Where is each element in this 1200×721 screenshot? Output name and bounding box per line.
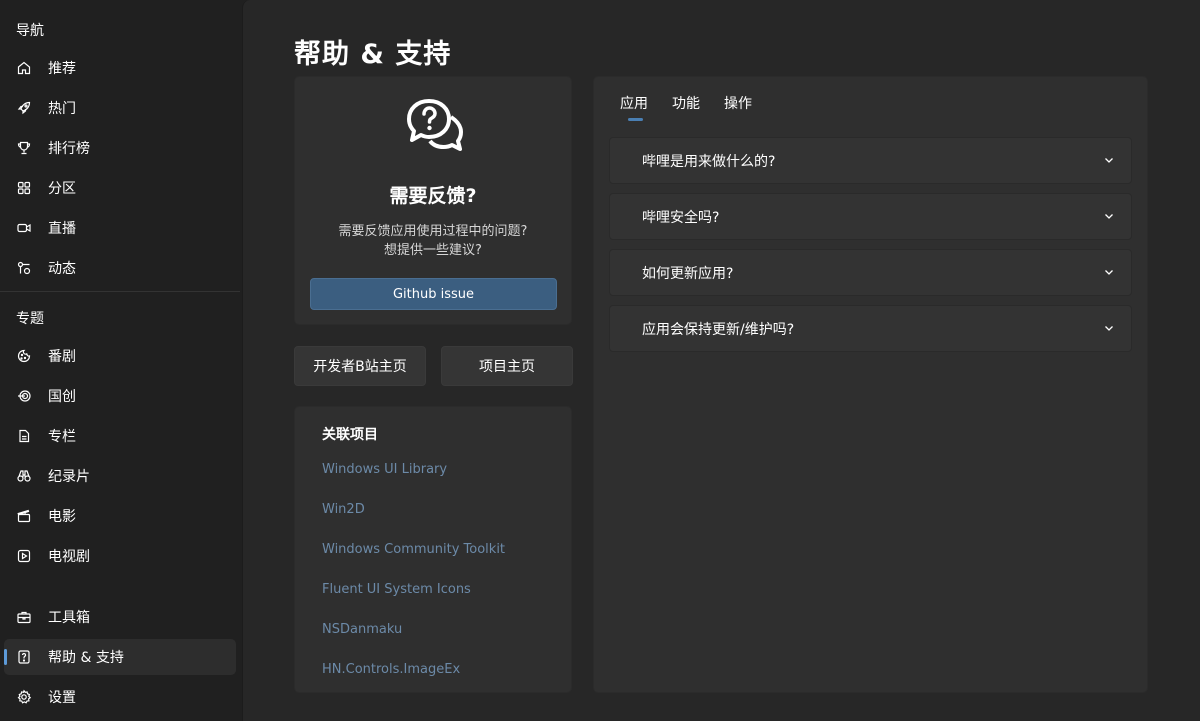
chat-help-icon [407, 99, 463, 151]
sidebar-item-label: 国创 [48, 389, 76, 405]
sidebar-item-tv[interactable]: 电视剧 [4, 538, 236, 574]
sidebar-item-anime[interactable]: 番剧 [4, 338, 236, 374]
chevron-down-icon [1105, 158, 1113, 163]
sidebar-item-label: 推荐 [48, 61, 76, 77]
sidebar-item-label: 分区 [48, 181, 76, 197]
feedback-desc-line1: 需要反馈应用使用过程中的问题? [338, 224, 528, 239]
target-icon [16, 388, 32, 404]
sidebar-item-label: 热门 [48, 101, 76, 117]
toolbox-icon [16, 609, 32, 625]
faq-item[interactable]: 如何更新应用? [609, 249, 1132, 296]
sidebar-item-label: 专栏 [48, 429, 76, 445]
video-icon [16, 220, 32, 236]
related-link[interactable]: Windows UI Library [322, 462, 447, 477]
sidebar-item-label: 设置 [48, 690, 76, 706]
faq-question: 哔哩是用来做什么的? [642, 154, 776, 170]
sidebar-item-label: 番剧 [48, 349, 76, 365]
sidebar-item-label: 工具箱 [48, 610, 90, 626]
sidebar-item-label: 排行榜 [48, 141, 90, 157]
tab-selected-indicator [628, 118, 643, 121]
sidebar-item-label: 电视剧 [48, 549, 90, 565]
faq-question: 应用会保持更新/维护吗? [642, 322, 795, 338]
sidebar-item-toolbox[interactable]: 工具箱 [4, 599, 236, 635]
play-icon [16, 548, 32, 564]
sidebar-item-label: 动态 [48, 261, 76, 277]
sidebar-item-settings[interactable]: 设置 [4, 679, 236, 715]
chevron-down-icon [1105, 326, 1113, 331]
trophy-icon [16, 140, 32, 156]
home-icon [16, 60, 32, 76]
faq-item[interactable]: 应用会保持更新/维护吗? [609, 305, 1132, 352]
grid-icon [16, 180, 32, 196]
related-projects-card: 关联项目 Windows UI Library Win2D Windows Co… [294, 406, 572, 693]
tab-operations[interactable]: 操作 [724, 93, 752, 113]
related-link[interactable]: NSDanmaku [322, 622, 402, 637]
sidebar-item-help[interactable]: 帮助 & 支持 [4, 639, 236, 675]
sidebar-item-movie[interactable]: 电影 [4, 498, 236, 534]
sidebar-item-partition[interactable]: 分区 [4, 170, 236, 206]
sidebar-item-recommend[interactable]: 推荐 [4, 50, 236, 86]
chevron-down-icon [1105, 214, 1113, 219]
related-link[interactable]: HN.Controls.ImageEx [322, 662, 460, 677]
feed-icon [16, 260, 32, 276]
nav-section-header: 导航 [16, 23, 44, 39]
faq-card: 应用 功能 操作 哔哩是用来做什么的? 哔哩安全吗? 如何更新应用? 应用会保持… [593, 76, 1148, 693]
related-link[interactable]: Win2D [322, 502, 365, 517]
sidebar-item-label: 直播 [48, 221, 76, 237]
feedback-description: 需要反馈应用使用过程中的问题? 想提供一些建议? [295, 222, 571, 260]
sidebar-item-label: 电影 [48, 509, 76, 525]
sidebar-item-live[interactable]: 直播 [4, 210, 236, 246]
settings-icon [16, 689, 32, 705]
clapper-icon [16, 508, 32, 524]
faq-question: 哔哩安全吗? [642, 210, 720, 226]
feedback-card: 需要反馈? 需要反馈应用使用过程中的问题? 想提供一些建议? Github is… [294, 76, 572, 325]
sidebar-divider [0, 291, 240, 292]
feedback-desc-line2: 想提供一些建议? [384, 243, 482, 258]
sidebar-item-column[interactable]: 专栏 [4, 418, 236, 454]
page-title: 帮助 & 支持 [294, 39, 452, 70]
sidebar-item-hot[interactable]: 热门 [4, 90, 236, 126]
github-issue-button[interactable]: Github issue [310, 278, 557, 310]
document-icon [16, 428, 32, 444]
faq-question: 如何更新应用? [642, 266, 734, 282]
sidebar-item-label: 纪录片 [48, 469, 90, 485]
project-home-button[interactable]: 项目主页 [441, 346, 573, 386]
tab-app[interactable]: 应用 [620, 93, 648, 113]
sidebar: 导航 推荐 热门 排行榜 分区 直播 动态 专题 番剧 国创 专栏 纪录片 电影… [0, 0, 242, 721]
active-indicator [4, 649, 7, 665]
sidebar-item-label: 帮助 & 支持 [48, 650, 124, 666]
faq-item[interactable]: 哔哩是用来做什么的? [609, 137, 1132, 184]
rocket-icon [16, 100, 32, 116]
main-content: 帮助 & 支持 需要反馈? 需要反馈应用使用过程中的问题? 想提供一些建议? G… [242, 0, 1200, 721]
related-link[interactable]: Windows Community Toolkit [322, 542, 505, 557]
tab-features[interactable]: 功能 [672, 93, 700, 113]
related-link[interactable]: Fluent UI System Icons [322, 582, 471, 597]
faq-item[interactable]: 哔哩安全吗? [609, 193, 1132, 240]
binoculars-icon [16, 468, 32, 484]
chevron-down-icon [1105, 270, 1113, 275]
sidebar-item-documentary[interactable]: 纪录片 [4, 458, 236, 494]
related-projects-title: 关联项目 [322, 427, 378, 443]
topic-section-header: 专题 [16, 311, 44, 327]
cookie-icon [16, 348, 32, 364]
sidebar-item-guochuang[interactable]: 国创 [4, 378, 236, 414]
feedback-title: 需要反馈? [389, 185, 477, 207]
help-icon [16, 649, 32, 665]
developer-bilibili-button[interactable]: 开发者B站主页 [294, 346, 426, 386]
sidebar-item-feed[interactable]: 动态 [4, 250, 236, 286]
sidebar-item-ranking[interactable]: 排行榜 [4, 130, 236, 166]
